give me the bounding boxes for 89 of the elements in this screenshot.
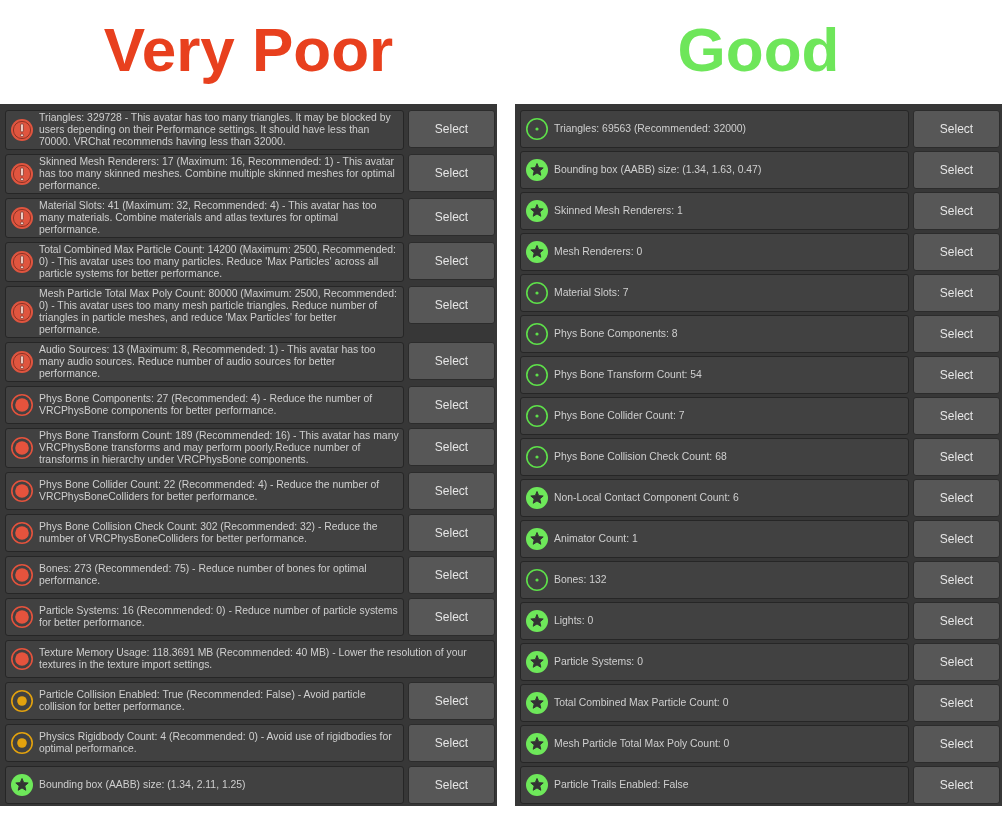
- select-button[interactable]: Select: [408, 110, 495, 148]
- message-text: Non-Local Contact Component Count: 6: [554, 492, 739, 504]
- message-text: Phys Bone Components: 27 (Recommended: 4) - Reduce the number of VRCPhysBone components for better performance.: [39, 393, 374, 417]
- message-text: Particle Trails Enabled: False: [554, 779, 689, 791]
- select-button[interactable]: Select: [913, 561, 1000, 599]
- select-button[interactable]: Select: [913, 643, 1000, 681]
- exclamation-icon: [11, 251, 33, 273]
- message-text: Skinned Mesh Renderers: 17 (Maximum: 16, Recommended: 1) - This avatar has too many skinned meshes. Combine multiple skinned meshes for optimal performance.: [39, 156, 396, 192]
- message-text: Lights: 0: [554, 615, 594, 627]
- message-text: Bones: 273 (Recommended: 75) - Reduce number of bones for optimal performance.: [39, 563, 368, 587]
- exclamation-icon: [11, 207, 33, 229]
- select-button[interactable]: Select: [408, 342, 495, 380]
- target-icon: [11, 564, 33, 586]
- message-text: Particle Systems: 16 (Recommended: 0) - Reduce number of particle systems for better performance.: [39, 605, 399, 629]
- message-text: Audio Sources: 13 (Maximum: 8, Recommended: 1) - This avatar has too many audio sources. Reduce number of audio sources for better performance.: [39, 344, 377, 380]
- message-text: Phys Bone Collider Count: 22 (Recommended: 4) - Reduce the number of VRCPhysBoneColliders for better performance.: [39, 479, 381, 503]
- message-text: Phys Bone Collision Check Count: 302 (Recommended: 32) - Reduce the number of VRCPhysBoneColliders for better performance.: [39, 521, 379, 545]
- select-button[interactable]: Select: [913, 274, 1000, 312]
- select-button[interactable]: Select: [408, 724, 495, 762]
- select-button[interactable]: Select: [913, 766, 1000, 804]
- select-button[interactable]: Select: [408, 766, 495, 804]
- target-icon: [11, 394, 33, 416]
- message-text: Animator Count: 1: [554, 533, 638, 545]
- select-button[interactable]: Select: [408, 286, 495, 324]
- ring-dot-icon: [526, 364, 548, 386]
- select-button[interactable]: Select: [913, 479, 1000, 517]
- message-text: Phys Bone Components: 8: [554, 328, 678, 340]
- message-text: Bones: 132: [554, 574, 607, 586]
- select-button[interactable]: Select: [408, 598, 495, 636]
- ring-dot-icon: [526, 446, 548, 468]
- target-icon: [11, 437, 33, 459]
- select-button[interactable]: Select: [408, 428, 495, 466]
- message-text: Triangles: 69563 (Recommended: 32000): [554, 123, 746, 135]
- message-text: Total Combined Max Particle Count: 0: [554, 697, 729, 709]
- select-button[interactable]: Select: [408, 514, 495, 552]
- message-text: Material Slots: 7: [554, 287, 629, 299]
- select-button[interactable]: Select: [913, 110, 1000, 148]
- message-text: Material Slots: 41 (Maximum: 32, Recommended: 4) - This avatar has too many materials. Combine materials and atlas textures for optimal performance.: [39, 200, 378, 236]
- select-button[interactable]: Select: [408, 556, 495, 594]
- rating-heading: Very Poor: [103, 19, 394, 85]
- ring-dot-icon: [526, 282, 548, 304]
- ring-dot-icon: [526, 569, 548, 591]
- select-button[interactable]: Select: [913, 602, 1000, 640]
- message-text: Texture Memory Usage: 118.3691 MB (Recommended: 40 MB) - Lower the resolution of your textures in the texture import settings.: [39, 647, 468, 671]
- select-button[interactable]: Select: [408, 242, 495, 280]
- select-button[interactable]: Select: [913, 725, 1000, 763]
- select-button[interactable]: Select: [913, 192, 1000, 230]
- message-text: Mesh Particle Total Max Poly Count: 0: [554, 738, 730, 750]
- message-text: Particle Collision Enabled: True (Recommended: False) - Avoid particle collision for better performance.: [39, 689, 367, 713]
- select-button[interactable]: Select: [913, 397, 1000, 435]
- ring-dot-icon: [526, 118, 548, 140]
- select-button[interactable]: Select: [408, 154, 495, 192]
- message-text: Mesh Particle Total Max Poly Count: 80000 (Maximum: 2500, Recommended: 0) - This avatar uses too many mesh particle triangles. Reduce number of triangles in particle meshes, and reduce 'Max Particles' for better performance.: [39, 288, 398, 336]
- message-text: Physics Rigidbody Count: 4 (Recommended: 0) - Avoid use of rigidbodies for optimal performance.: [39, 731, 393, 755]
- target-icon: [11, 522, 33, 544]
- message-text: Triangles: 329728 - This avatar has too many triangles. It may be blocked by users depending on their Performance settings. It should have less than 70000. VRChat recommends having less than 32000.: [39, 112, 392, 148]
- message-text: Bounding box (AABB) size: (1.34, 1.63, 0.47): [554, 164, 762, 176]
- exclamation-icon: [11, 119, 33, 141]
- message-text: Bounding box (AABB) size: (1.34, 2.11, 1.25): [39, 779, 246, 791]
- select-button[interactable]: Select: [913, 356, 1000, 394]
- exclamation-icon: [11, 301, 33, 323]
- exclamation-icon: [11, 351, 33, 373]
- select-button[interactable]: Select: [408, 198, 495, 236]
- message-text: Skinned Mesh Renderers: 1: [554, 205, 683, 217]
- target-icon: [11, 732, 33, 754]
- ring-dot-icon: [526, 323, 548, 345]
- select-button[interactable]: Select: [913, 233, 1000, 271]
- target-icon: [11, 690, 33, 712]
- message-text: Particle Systems: 0: [554, 656, 643, 668]
- target-icon: [11, 648, 33, 670]
- message-text: Phys Bone Transform Count: 189 (Recommended: 16) - This avatar has many VRCPhysBone transforms and may perform poorly.Reduce number of transforms in hierarchy under VRCPhysBone components.: [39, 430, 399, 466]
- message-text: Phys Bone Collider Count: 7: [554, 410, 685, 422]
- message-text: Total Combined Max Particle Count: 14200 (Maximum: 2500, Recommended: 0) - This avatar uses too many particles. Reduce 'Max Particles' across all particle systems for better performance.: [39, 244, 397, 280]
- select-button[interactable]: Select: [913, 151, 1000, 189]
- select-button[interactable]: Select: [913, 684, 1000, 722]
- message-text: Mesh Renderers: 0: [554, 246, 643, 258]
- select-button[interactable]: Select: [913, 438, 1000, 476]
- exclamation-icon: [11, 163, 33, 185]
- select-button[interactable]: Select: [913, 315, 1000, 353]
- ring-dot-icon: [526, 405, 548, 427]
- select-button[interactable]: Select: [408, 682, 495, 720]
- message-text: Phys Bone Transform Count: 54: [554, 369, 702, 381]
- select-button[interactable]: Select: [408, 386, 495, 424]
- select-button[interactable]: Select: [913, 520, 1000, 558]
- select-button[interactable]: Select: [408, 472, 495, 510]
- target-icon: [11, 606, 33, 628]
- target-icon: [11, 480, 33, 502]
- message-text: Phys Bone Collision Check Count: 68: [554, 451, 727, 463]
- rating-heading: Good: [677, 19, 840, 85]
